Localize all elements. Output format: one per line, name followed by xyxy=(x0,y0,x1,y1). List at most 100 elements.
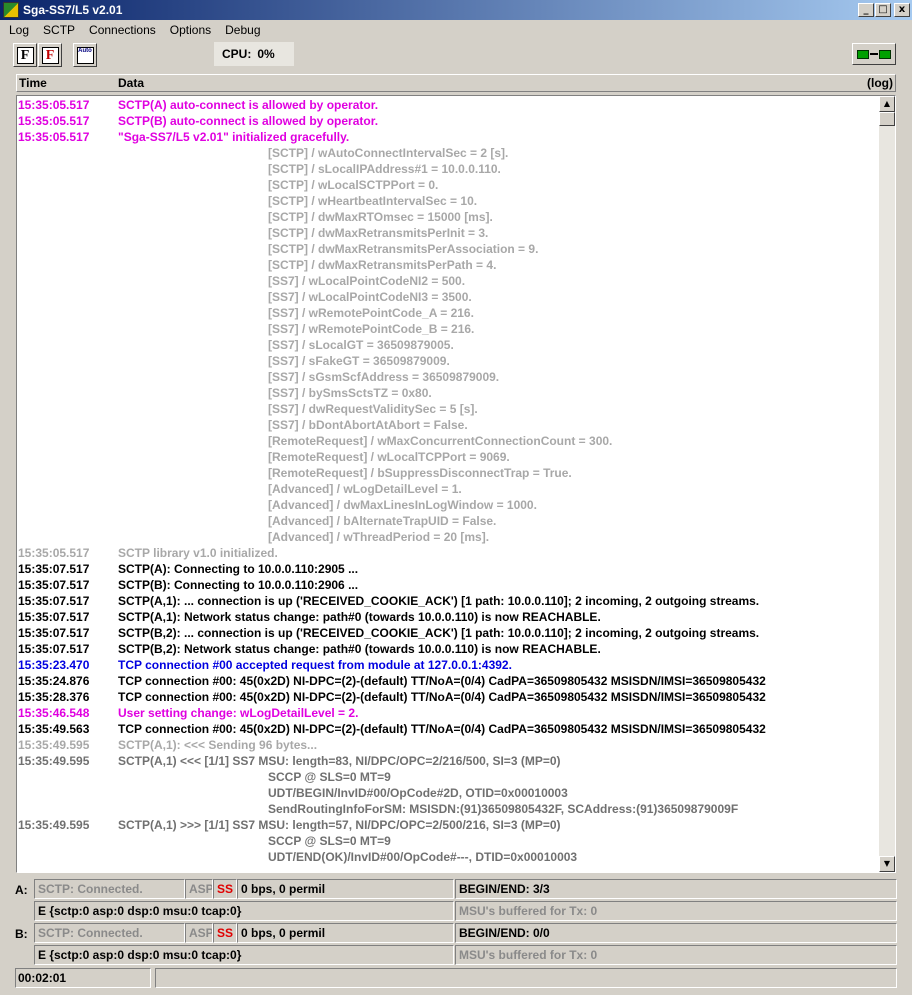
log-text: [SCTP] / dwMaxRetransmitsPerAssociation … xyxy=(268,242,539,256)
log-text: [SS7] / wLocalPointCodeNI3 = 3500. xyxy=(268,290,472,304)
window-title: Sga-SS7/L5 v2.01 xyxy=(23,3,123,17)
log-text: SCTP(A,1): ... connection is up ('RECEIV… xyxy=(118,594,760,608)
log-line: [SCTP] / dwMaxRetransmitsPerInit = 3. xyxy=(17,225,879,241)
log-text: TCP connection #00 accepted request from… xyxy=(118,658,512,672)
scroll-thumb[interactable] xyxy=(879,112,895,126)
log-line: [SS7] / wLocalPointCodeNI3 = 3500. xyxy=(17,289,879,305)
log-text: SCTP(A,1): Network status change: path#0… xyxy=(118,610,601,624)
log-text: [SCTP] / dwMaxRTOmsec = 15000 [ms]. xyxy=(268,210,493,224)
column-log[interactable]: (log) xyxy=(867,76,893,90)
log-text: SCTP(A,1): <<< Sending 96 bytes... xyxy=(118,738,318,752)
log-text: SCTP(B): Connecting to 10.0.0.110:2906 .… xyxy=(118,578,359,592)
menu-log[interactable]: Log xyxy=(0,23,35,37)
log-line: 15:35:05.517 SCTP library v1.0 initialize… xyxy=(17,545,879,561)
log-text: [SS7] / wLocalPointCodeNI2 = 500. xyxy=(268,274,466,288)
maximize-button[interactable]: □ xyxy=(875,3,891,17)
link-a-begin-end: BEGIN/END: 3/3 xyxy=(455,879,897,899)
auto-button[interactable]: Auto xyxy=(73,43,97,67)
log-line: [SCTP] / dwMaxRTOmsec = 15000 [ms]. xyxy=(17,209,879,225)
menu-connections[interactable]: Connections xyxy=(81,23,162,37)
f-button-1[interactable]: F xyxy=(13,43,37,67)
log-text: [SS7] / sGsmScfAddress = 36509879009. xyxy=(268,370,500,384)
log-time: 15:35:05.517 xyxy=(18,130,90,144)
link-b-begin-end: BEGIN/END: 0/0 xyxy=(455,923,897,943)
log-line: [Advanced] / dwMaxLinesInLogWindow = 100… xyxy=(17,497,879,513)
log-time: 15:35:49.595 xyxy=(18,818,90,832)
log-text: SCCP @ SLS=0 MT=9 xyxy=(268,834,391,848)
log-text: TCP connection #00: 45(0x2D) NI-DPC=(2)-… xyxy=(118,722,766,736)
log-line: 15:35:05.517 SCTP(B) auto-connect is allo… xyxy=(17,113,879,129)
log-text: SendRoutingInfoForSM: MSISDN:(91)3650980… xyxy=(268,802,739,816)
f-icon: F xyxy=(16,46,34,64)
log-line: [SS7] / sFakeGT = 36509879009. xyxy=(17,353,879,369)
scroll-up-icon[interactable]: ▲ xyxy=(879,96,895,112)
log-line: 15:35:07.517 SCTP(B,2): Network status ch… xyxy=(17,641,879,657)
log-line: 15:35:49.563 TCP connection #00: 45(0x2D)… xyxy=(17,721,879,737)
log-line: 15:35:28.376 TCP connection #00: 45(0x2D)… xyxy=(17,689,879,705)
menu-debug[interactable]: Debug xyxy=(217,23,266,37)
close-button[interactable]: x xyxy=(894,3,910,17)
column-data[interactable]: Data xyxy=(118,76,144,90)
link-b-errors: E {sctp:0 asp:0 dsp:0 msu:0 tcap:0} xyxy=(34,945,454,965)
log-time: 15:35:07.517 xyxy=(18,594,90,608)
link-b-ss-badge: SS xyxy=(213,923,237,943)
log-text: [RemoteRequest] / bSuppressDisconnectTra… xyxy=(268,466,572,480)
log-line: 15:35:07.517 SCTP(A): Connecting to 10.0.… xyxy=(17,561,879,577)
log-line: [SS7] / bySmsSctsTZ = 0x80. xyxy=(17,385,879,401)
log-line: 15:35:07.517 SCTP(B,2): ... connection is… xyxy=(17,625,879,641)
log-line: SCCP @ SLS=0 MT=9 xyxy=(17,833,879,849)
log-line: 15:35:23.470 TCP connection #00 accepted … xyxy=(17,657,879,673)
log-text: [SS7] / bySmsSctsTZ = 0x80. xyxy=(268,386,432,400)
network-status-icon[interactable] xyxy=(852,43,896,65)
log-scrollbar[interactable]: ▲ ▼ xyxy=(879,96,895,872)
log-time: 15:35:49.595 xyxy=(18,754,90,768)
link-a-ss-badge: SS xyxy=(213,879,237,899)
link-a-errors: E {sctp:0 asp:0 dsp:0 msu:0 tcap:0} xyxy=(34,901,454,921)
log-line: 15:35:07.517 SCTP(B): Connecting to 10.0.… xyxy=(17,577,879,593)
log-text: [Advanced] / wThreadPeriod = 20 [ms]. xyxy=(268,530,490,544)
log-time: 15:35:23.470 xyxy=(18,658,90,672)
log-text: SCTP library v1.0 initialized. xyxy=(118,546,278,560)
link-b-asp-badge: ASP xyxy=(185,923,213,943)
menu-options[interactable]: Options xyxy=(162,23,217,37)
log-text: [Advanced] / wLogDetailLevel = 1. xyxy=(268,482,462,496)
link-a-buffered: MSU's buffered for Tx: 0 xyxy=(455,901,897,921)
minimize-button[interactable]: _ xyxy=(858,3,874,17)
status-bar-panel xyxy=(155,968,897,988)
log-text: SCTP(A) auto-connect is allowed by opera… xyxy=(118,98,379,112)
log-text: SCTP(A): Connecting to 10.0.0.110:2905 .… xyxy=(118,562,359,576)
log-line: UDT/BEGIN/InvID#00/OpCode#2D, OTID=0x000… xyxy=(17,785,879,801)
log-line: 15:35:49.595 SCTP(A,1) <<< [1/1] SS7 MSU:… xyxy=(17,753,879,769)
f-button-2[interactable]: F xyxy=(38,43,62,67)
log-time: 15:35:05.517 xyxy=(18,98,90,112)
scroll-down-icon[interactable]: ▼ xyxy=(879,856,895,872)
toolbar: F F Auto CPU: 0% xyxy=(0,41,912,71)
log-time: 15:35:07.517 xyxy=(18,578,90,592)
log-text: SCTP(A,1) >>> [1/1] SS7 MSU: length=57, … xyxy=(118,818,561,832)
log-line: [Advanced] / wLogDetailLevel = 1. xyxy=(17,481,879,497)
log-line: UDT/END(OK)/InvID#00/OpCode#---, DTID=0x… xyxy=(17,849,879,865)
log-text: [SCTP] / wHeartbeatIntervalSec = 10. xyxy=(268,194,478,208)
log-line: [RemoteRequest] / bSuppressDisconnectTra… xyxy=(17,465,879,481)
log-line: [SCTP] / wLocalSCTPPort = 0. xyxy=(17,177,879,193)
log-time: 15:35:07.517 xyxy=(18,626,90,640)
cpu-indicator: CPU: 0% xyxy=(214,42,294,66)
log-window[interactable]: 15:35:05.517 SCTP(A) auto-connect is allo… xyxy=(16,95,896,873)
log-text: "Sga-SS7/L5 v2.01" initialized gracefull… xyxy=(118,130,350,144)
auto-icon: Auto xyxy=(76,46,94,64)
log-text: [SS7] / bDontAbortAtAbort = False. xyxy=(268,418,468,432)
log-text: SCTP(B) auto-connect is allowed by opera… xyxy=(118,114,379,128)
link-a-sctp-status: SCTP: Connected. xyxy=(34,879,185,899)
log-line: 15:35:49.595 SCTP(A,1): <<< Sending 96 by… xyxy=(17,737,879,753)
log-text: [SS7] / wRemotePointCode_B = 216. xyxy=(268,322,475,336)
log-line: 15:35:05.517 SCTP(A) auto-connect is allo… xyxy=(17,97,879,113)
log-line: [SS7] / wLocalPointCodeNI2 = 500. xyxy=(17,273,879,289)
log-time: 15:35:46.548 xyxy=(18,706,90,720)
log-line: 15:35:49.595 SCTP(A,1) >>> [1/1] SS7 MSU:… xyxy=(17,817,879,833)
log-text: [RemoteRequest] / wMaxConcurrentConnecti… xyxy=(268,434,613,448)
log-line: [SS7] / wRemotePointCode_B = 216. xyxy=(17,321,879,337)
log-text: [SCTP] / dwMaxRetransmitsPerInit = 3. xyxy=(268,226,489,240)
column-time[interactable]: Time xyxy=(19,76,47,90)
menu-sctp[interactable]: SCTP xyxy=(35,23,81,37)
link-b-rate: 0 bps, 0 permil xyxy=(237,923,454,943)
